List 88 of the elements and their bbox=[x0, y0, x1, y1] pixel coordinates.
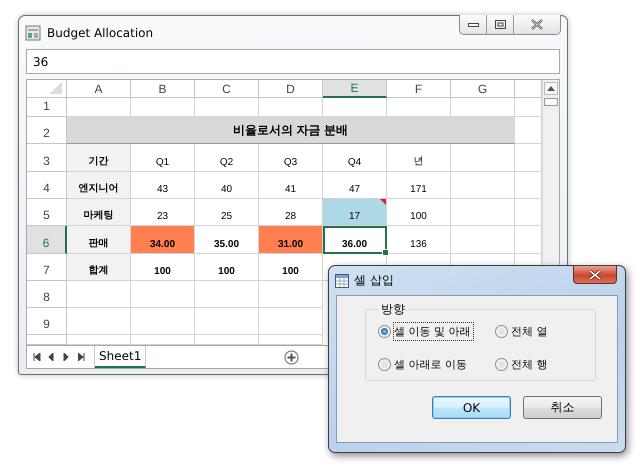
table-cell[interactable]: 171 bbox=[387, 172, 451, 199]
table-cell[interactable]: 41 bbox=[259, 172, 323, 199]
table-cell[interactable]: 기간 bbox=[67, 144, 131, 172]
scroll-thumb[interactable] bbox=[544, 98, 558, 106]
sheet-tab[interactable]: Sheet1 bbox=[95, 346, 146, 368]
column-header[interactable]: F bbox=[387, 80, 451, 98]
radio-option[interactable]: 전체 열 bbox=[495, 322, 587, 341]
minimize-icon bbox=[468, 22, 478, 26]
radio-option[interactable]: 전체 행 bbox=[495, 355, 587, 374]
last-sheet-icon[interactable] bbox=[78, 353, 86, 361]
close-icon bbox=[589, 270, 601, 280]
table-cell[interactable] bbox=[259, 281, 323, 308]
table-cell[interactable] bbox=[195, 281, 259, 308]
maximize-button[interactable] bbox=[487, 15, 514, 34]
dialog-title: 셀 삽입 bbox=[354, 272, 394, 289]
comment-indicator-icon bbox=[380, 199, 386, 205]
previous-sheet-icon[interactable] bbox=[48, 353, 56, 361]
table-cell[interactable]: 34.00 bbox=[131, 226, 195, 254]
dialog-icon bbox=[335, 274, 349, 288]
table-cell[interactable] bbox=[131, 281, 195, 308]
close-button[interactable] bbox=[573, 266, 617, 284]
table-cell[interactable]: 136 bbox=[387, 226, 451, 254]
table-cell[interactable]: 40 bbox=[195, 172, 259, 199]
active-cell[interactable]: 36.00 bbox=[323, 226, 387, 254]
window-title: Budget Allocation bbox=[47, 26, 154, 40]
column-header[interactable]: E bbox=[323, 80, 387, 98]
radio-option[interactable]: 셀 아래로 이동 bbox=[378, 355, 495, 374]
option-label: 셀 아래로 이동 bbox=[394, 357, 468, 373]
table-cell[interactable]: 엔지니어 bbox=[67, 172, 131, 199]
table-cell[interactable]: 25 bbox=[195, 199, 259, 226]
dialog-button[interactable]: OK bbox=[432, 396, 511, 419]
radio-button[interactable] bbox=[378, 325, 391, 338]
radio-button[interactable] bbox=[378, 358, 391, 371]
fill-handle[interactable] bbox=[382, 249, 389, 256]
first-sheet-icon[interactable] bbox=[33, 353, 41, 361]
scroll-up-button[interactable] bbox=[544, 82, 558, 95]
table-cell[interactable]: 43 bbox=[131, 172, 195, 199]
table-cell[interactable] bbox=[451, 199, 515, 226]
table-cell[interactable]: 판매 bbox=[67, 226, 131, 254]
table-cell[interactable] bbox=[195, 308, 259, 335]
minimize-button[interactable] bbox=[460, 15, 487, 34]
table-cell[interactable]: Q4 bbox=[323, 144, 387, 172]
table-cell[interactable]: 100 bbox=[195, 254, 259, 281]
row-header[interactable]: 1 bbox=[27, 98, 67, 117]
table-cell[interactable]: Q3 bbox=[259, 144, 323, 172]
group-label: 방향 bbox=[380, 301, 406, 318]
maximize-icon bbox=[494, 20, 506, 29]
table-cell[interactable]: 년 bbox=[387, 144, 451, 172]
table-cell[interactable] bbox=[67, 308, 131, 335]
option-label: 전체 열 bbox=[511, 324, 548, 340]
table-cell[interactable] bbox=[451, 144, 515, 172]
row-header[interactable]: 9 bbox=[27, 308, 67, 335]
column-header[interactable]: B bbox=[131, 80, 195, 98]
table-cell[interactable]: Q1 bbox=[131, 144, 195, 172]
next-sheet-icon[interactable] bbox=[63, 353, 71, 361]
cell-text: 36.00 bbox=[342, 239, 368, 250]
app-icon bbox=[25, 24, 41, 40]
table-cell[interactable] bbox=[451, 226, 515, 254]
radio-button[interactable] bbox=[495, 358, 508, 371]
up-arrow-icon bbox=[547, 86, 555, 91]
table-cell[interactable]: 100 bbox=[131, 254, 195, 281]
table-cell[interactable]: 마케팅 bbox=[67, 199, 131, 226]
table-cell[interactable] bbox=[259, 308, 323, 335]
close-button[interactable] bbox=[514, 15, 560, 34]
option-label: 전체 행 bbox=[511, 357, 548, 373]
row-header[interactable]: 6 bbox=[27, 226, 67, 254]
sheet-title: 비율로서의 자금 분배 bbox=[67, 117, 515, 144]
close-icon bbox=[531, 19, 543, 30]
radio-option[interactable]: 셀 이동 및 아래 bbox=[378, 322, 495, 341]
table-cell[interactable]: 17 bbox=[323, 199, 387, 226]
table-cell[interactable] bbox=[451, 172, 515, 199]
column-header[interactable]: C bbox=[195, 80, 259, 98]
table-cell[interactable]: 합계 bbox=[67, 254, 131, 281]
radio-button[interactable] bbox=[495, 325, 508, 338]
row-header[interactable]: 8 bbox=[27, 281, 67, 308]
option-label: 셀 이동 및 아래 bbox=[394, 323, 472, 340]
table-cell[interactable] bbox=[131, 308, 195, 335]
formula-field[interactable]: 36 bbox=[26, 49, 560, 74]
add-sheet-icon[interactable] bbox=[284, 350, 299, 364]
table-cell[interactable]: Q2 bbox=[195, 144, 259, 172]
column-header[interactable]: G bbox=[451, 80, 515, 98]
select-all-icon[interactable] bbox=[47, 81, 63, 95]
table-cell[interactable] bbox=[67, 281, 131, 308]
dialog-button[interactable]: 취소 bbox=[523, 396, 602, 419]
table-cell[interactable]: 31.00 bbox=[259, 226, 323, 254]
column-header[interactable]: A bbox=[67, 80, 131, 98]
table-cell[interactable]: 100 bbox=[259, 254, 323, 281]
table-cell[interactable]: 100 bbox=[387, 199, 451, 226]
